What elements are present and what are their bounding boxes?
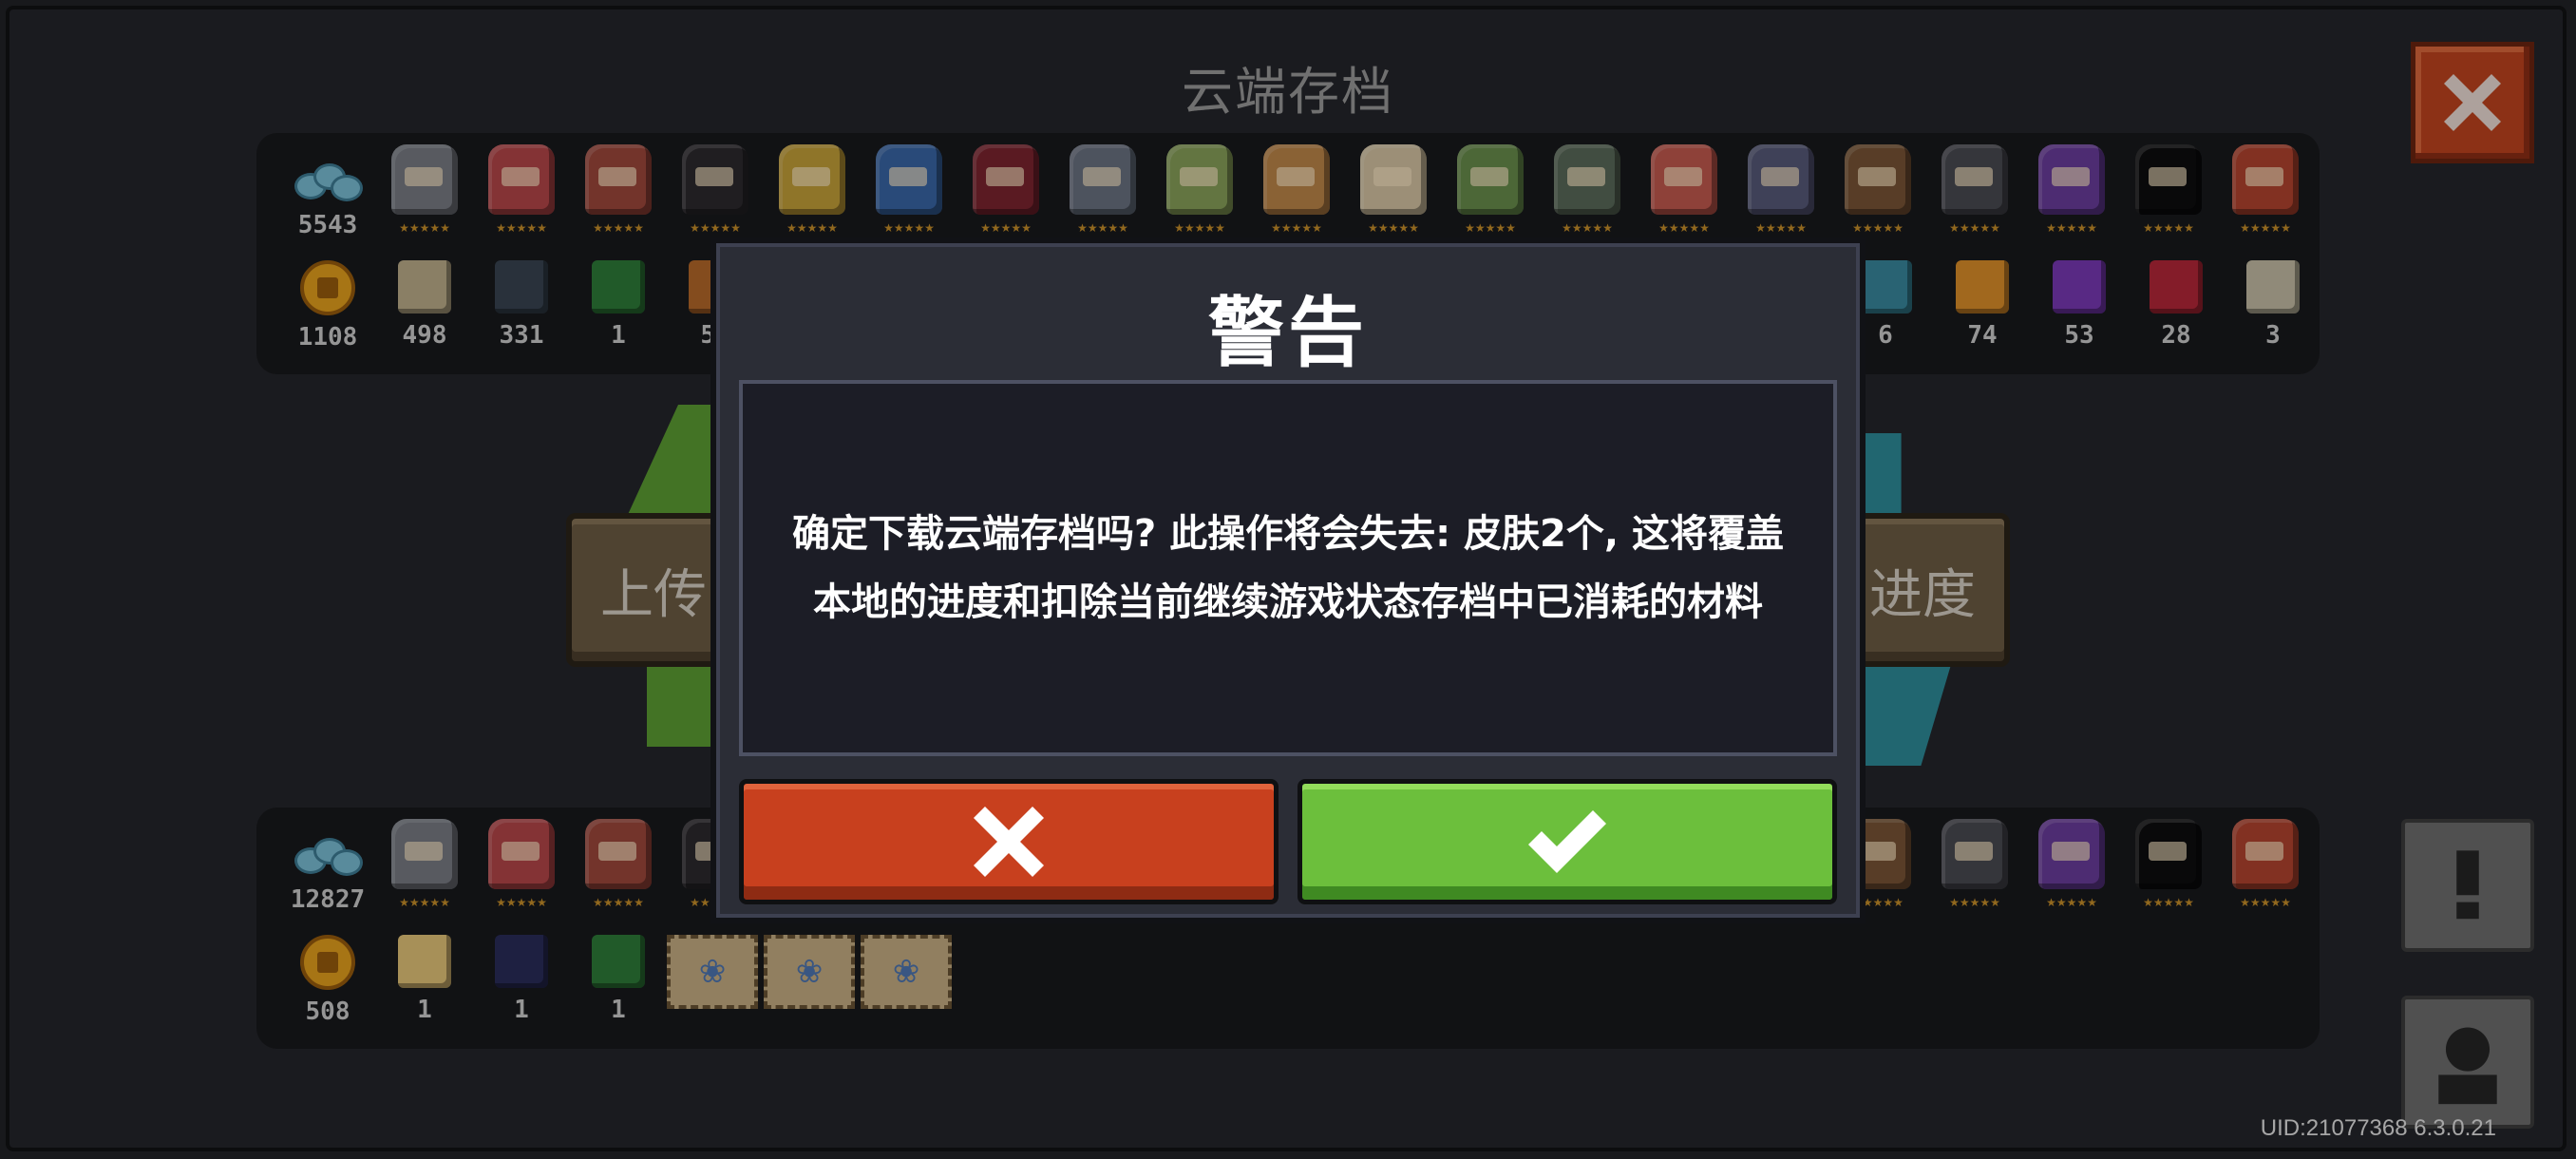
cancel-button[interactable] (739, 779, 1279, 904)
close-icon (974, 807, 1044, 877)
dialog-title: 警告 (1208, 289, 1368, 377)
dialog-body: 确定下载云端存档吗? 此操作将会失去: 皮肤2个, 这将覆盖本地的进度和扣除当前… (739, 380, 1837, 756)
warning-dialog: 警告 确定下载云端存档吗? 此操作将会失去: 皮肤2个, 这将覆盖本地的进度和扣… (710, 238, 1866, 923)
confirm-button[interactable] (1297, 779, 1837, 904)
dialog-message: 确定下载云端存档吗? 此操作将会失去: 皮肤2个, 这将覆盖本地的进度和扣除当前… (791, 512, 1784, 624)
check-icon (1528, 810, 1606, 873)
